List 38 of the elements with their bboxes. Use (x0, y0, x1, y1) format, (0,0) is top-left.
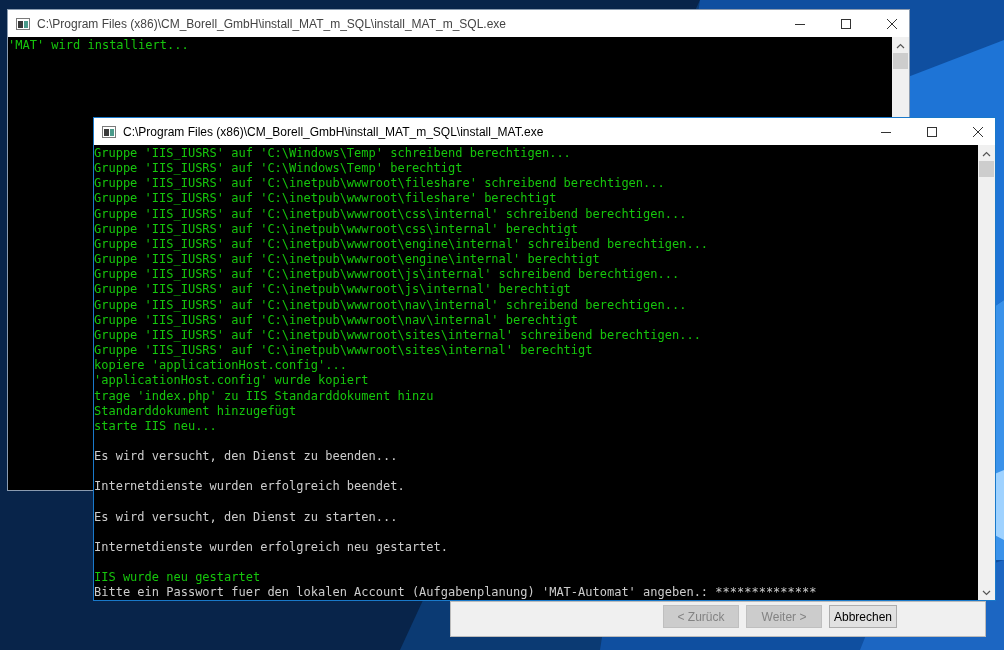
console-line: Gruppe 'IIS_IUSRS' auf 'C:\inetpub\wwwroot\js\internal' schreibend berechtigen... (94, 267, 680, 283)
window-title: C:\Program Files (x86)\CM_Borell_GmbH\install_MAT_m_SQL\install_MAT_m_SQL.exe (37, 16, 507, 31)
console-line: Es wird versucht, den Dienst zu starten... (94, 509, 398, 525)
console-line: trage 'index.php' zu IIS Standarddokument hinzu (94, 388, 434, 404)
console-line: starte IIS neu... (94, 418, 217, 434)
console-line: Gruppe 'IIS_IUSRS' auf 'C:\inetpub\wwwroot\js\internal' berechtigt (94, 282, 571, 298)
console-line: Internetdienste wurden erfolgreich beendet. (94, 479, 405, 495)
scroll-down-icon[interactable] (982, 590, 991, 596)
console-line: Gruppe 'IIS_IUSRS' auf 'C:\inetpub\wwwroot\sites\internal' schreibend berechtigen... (94, 327, 701, 344)
console-icon (102, 125, 116, 138)
scroll-up-icon[interactable] (896, 43, 905, 49)
console-line: Gruppe 'IIS_IUSRS' auf 'C:\inetpub\wwwroot\css\internal' schreibend berechtigen... (94, 206, 687, 222)
console-line: Gruppe 'IIS_IUSRS' auf 'C:\Windows\Temp' schreibend berechtigen... (94, 146, 571, 162)
window-title: C:\Program Files (x86)\CM_Borell_GmbH\install_MAT_m_SQL\install_MAT.exe (123, 124, 544, 139)
console-line: Gruppe 'IIS_IUSRS' auf 'C:\inetpub\wwwroot\engine\internal' berechtigt (94, 252, 600, 268)
console-line: Standarddokument hinzugefügt (94, 403, 297, 419)
console-line: IIS wurde neu gestartet (94, 570, 261, 586)
console-line: Gruppe 'IIS_IUSRS' auf 'C:\inetpub\wwwroot\engine\internal' schreibend berechtigen... (94, 236, 709, 253)
console-line: Gruppe 'IIS_IUSRS' auf 'C:\inetpub\wwwroot\nav\internal' schreibend berechtigen... (94, 297, 687, 313)
console-line: 'applicationHost.config' wurde kopiert (94, 373, 369, 389)
console-line: Internetdienste wurden erfolgreich neu gestartet. (94, 540, 448, 556)
maximize-icon[interactable] (927, 126, 937, 137)
console-icon (16, 17, 30, 30)
scroll-up-icon[interactable] (982, 151, 991, 157)
console-line: 'MAT' wird installiert... (8, 38, 189, 54)
console-line: Gruppe 'IIS_IUSRS' auf 'C:\inetpub\wwwroot\sites\internal' berechtigt (94, 343, 593, 359)
console-line: Bitte ein Passwort fuer den lokalen Account (Aufgabenplanung) 'MAT-Automat' angeben.: ************** (94, 585, 817, 600)
console-line: Gruppe 'IIS_IUSRS' auf 'C:\inetpub\wwwroot\fileshare' berechtigt (94, 191, 557, 207)
console-line: Gruppe 'IIS_IUSRS' auf 'C:\Windows\Temp' berechtigt (94, 161, 463, 177)
scroll-thumb[interactable] (893, 53, 908, 69)
console-line: Gruppe 'IIS_IUSRS' auf 'C:\inetpub\wwwroot\fileshare' schreibend berechtigen... (94, 176, 665, 192)
console-line: Es wird versucht, den Dienst zu beenden... (94, 449, 398, 465)
wizard-button[interactable]: Abbrechen (829, 605, 897, 628)
close-icon[interactable] (973, 126, 983, 137)
console-line: Gruppe 'IIS_IUSRS' auf 'C:\inetpub\wwwroot\css\internal' berechtigt (94, 221, 579, 237)
console-line: Gruppe 'IIS_IUSRS' auf 'C:\inetpub\wwwroot\nav\internal' berechtigt (94, 312, 579, 328)
scroll-thumb[interactable] (979, 161, 994, 177)
console-line: kopiere 'applicationHost.config'... (94, 358, 347, 374)
